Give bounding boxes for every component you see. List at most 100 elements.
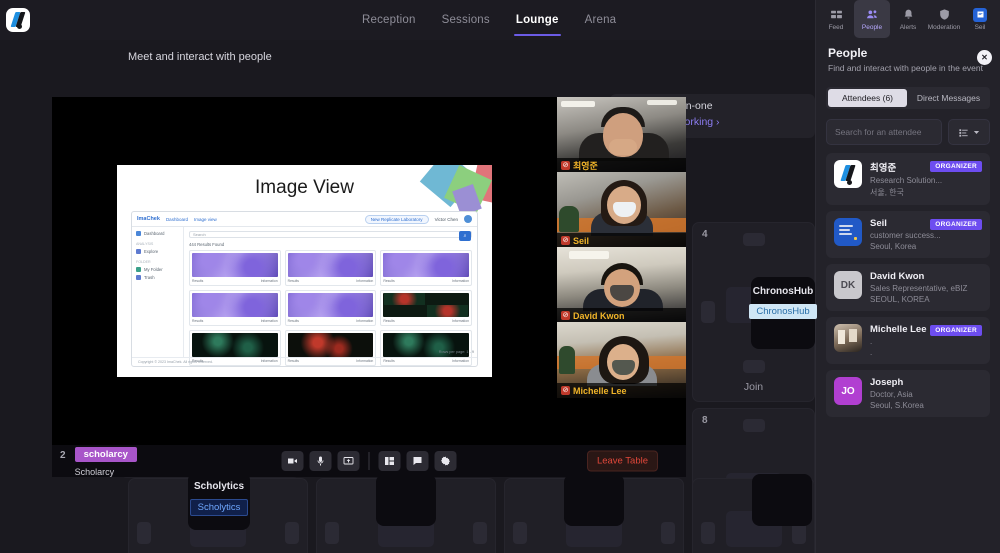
camera-button[interactable] bbox=[281, 451, 304, 471]
table-card-scholytics[interactable]: Scholytics Scholytics bbox=[188, 472, 250, 530]
sidebar-tab-label: Seil bbox=[974, 23, 986, 31]
attendee-row[interactable]: 최영준 Research Solution... 서울, 한국 ORGANIZE… bbox=[826, 153, 990, 205]
table-number: 4 bbox=[702, 229, 708, 240]
cell-results-link[interactable]: Results bbox=[383, 279, 394, 283]
attendee-row[interactable]: Michelle Lee . . ORGANIZER bbox=[826, 317, 990, 364]
table-chair bbox=[285, 522, 299, 544]
search-input-wrapper[interactable] bbox=[826, 119, 942, 145]
app-breadcrumb[interactable]: Dashboard bbox=[166, 217, 188, 222]
search-input[interactable] bbox=[835, 127, 933, 137]
attendee-role: Sales Representative, eBIZ bbox=[870, 284, 968, 293]
attendee-location: SEOUL, KOREA bbox=[870, 295, 930, 304]
app-logo[interactable] bbox=[6, 8, 30, 32]
cell-info-link[interactable]: Information bbox=[356, 319, 373, 323]
image-cell[interactable]: Results Information bbox=[380, 290, 472, 326]
sort-button[interactable] bbox=[948, 119, 990, 145]
table-number: 8 bbox=[702, 415, 708, 426]
call-buttons bbox=[281, 451, 457, 471]
sidebar-tab-alerts[interactable]: Alerts bbox=[890, 0, 926, 38]
cell-info-link[interactable]: Information bbox=[261, 279, 278, 283]
app-sidebar-group-folder: FOLDER bbox=[136, 260, 151, 264]
settings-button[interactable] bbox=[434, 451, 457, 471]
sidebar-tab-moderation[interactable]: Moderation bbox=[926, 0, 962, 38]
table-card-name: ChronosHub bbox=[752, 286, 814, 297]
table-card-empty-2 bbox=[564, 474, 624, 526]
participant-tile[interactable]: Seil bbox=[557, 172, 686, 248]
app-avatar[interactable] bbox=[464, 215, 472, 223]
sidebar-tab-label: People bbox=[861, 23, 883, 31]
participant-tile[interactable]: David Kwon bbox=[557, 247, 686, 323]
image-thumbnail bbox=[192, 253, 278, 277]
people-icon bbox=[866, 8, 879, 22]
sidebar-tab-profile[interactable]: Seil bbox=[962, 0, 998, 38]
cell-info-link[interactable]: Information bbox=[452, 279, 469, 283]
cell-results-link[interactable]: Results bbox=[288, 279, 299, 283]
microphone-button[interactable] bbox=[309, 451, 332, 471]
dashboard-icon bbox=[136, 231, 141, 236]
app-sidebar-item-dashboard[interactable]: Dashboard bbox=[136, 231, 179, 236]
image-cell[interactable]: Results Information bbox=[189, 290, 281, 326]
bell-icon bbox=[902, 8, 915, 22]
table-card-chronoshub[interactable]: ChronosHub ChronosHub bbox=[749, 277, 817, 349]
nav-item-arena[interactable]: Arena bbox=[585, 0, 617, 40]
organizer-badge: ORGANIZER bbox=[930, 219, 982, 230]
app-image-grid: Results Information Results Information Re… bbox=[189, 250, 472, 366]
image-cell[interactable]: Results Information bbox=[284, 250, 377, 286]
image-cell[interactable]: Results Information bbox=[189, 250, 281, 286]
participant-tile[interactable]: 최영준 bbox=[557, 97, 686, 173]
sidebar-tab-people[interactable]: People bbox=[854, 0, 890, 38]
cell-info-link[interactable]: Information bbox=[452, 319, 469, 323]
nav-item-reception[interactable]: Reception bbox=[362, 0, 416, 40]
app-sidebar-item-my-folder[interactable]: My Folder bbox=[136, 267, 179, 272]
nav-item-lounge[interactable]: Lounge bbox=[513, 0, 561, 40]
app-logo-text: ImaChek bbox=[137, 216, 160, 222]
cell-info-link[interactable]: Information bbox=[356, 279, 373, 283]
attendee-name: Joseph bbox=[870, 377, 904, 388]
cell-results-link[interactable]: Results bbox=[288, 319, 299, 323]
app-search-input[interactable]: Search bbox=[189, 231, 472, 241]
cell-results-link[interactable]: Results bbox=[383, 319, 394, 323]
mic-muted-icon bbox=[561, 311, 570, 320]
close-icon[interactable] bbox=[977, 50, 992, 65]
app-sidebar-item-trash[interactable]: Trash bbox=[136, 275, 179, 280]
image-cell[interactable]: Results Information bbox=[380, 250, 472, 286]
table-card-empty-3 bbox=[752, 474, 812, 526]
sort-icon bbox=[958, 128, 968, 137]
cell-results-link[interactable]: Results bbox=[192, 279, 203, 283]
attendee-row[interactable]: Seil customer success... Seoul, Korea OR… bbox=[826, 211, 990, 258]
cell-info-link[interactable]: Information bbox=[261, 319, 278, 323]
sidebar-segmented-control: Attendees (6) Direct Messages bbox=[826, 87, 990, 109]
participant-tile[interactable]: Michelle Lee bbox=[557, 322, 686, 398]
image-thumbnail bbox=[383, 293, 469, 317]
mic-muted-icon bbox=[561, 236, 570, 245]
layout-button[interactable] bbox=[378, 451, 401, 471]
table-card-name: Scholytics bbox=[193, 481, 245, 492]
app-new-replicate-button[interactable]: New Replicate Laboratory bbox=[364, 214, 429, 224]
sidebar-panel-header: People Find and interact with people in … bbox=[816, 38, 1000, 83]
attendee-location: Seoul, Korea bbox=[870, 242, 917, 251]
app-sidebar-item-explore[interactable]: Explore bbox=[136, 249, 179, 254]
segment-attendees[interactable]: Attendees (6) bbox=[828, 89, 907, 107]
sidebar-tab-feed[interactable]: Feed bbox=[818, 0, 854, 38]
image-cell[interactable]: Results Information bbox=[284, 290, 377, 326]
share-screen-button[interactable] bbox=[337, 451, 360, 471]
leave-table-button[interactable]: Leave Table bbox=[586, 450, 658, 472]
sidebar-tab-label: Feed bbox=[828, 23, 844, 31]
attendee-list: 최영준 Research Solution... 서울, 한국 ORGANIZE… bbox=[816, 149, 1000, 553]
control-divider bbox=[368, 452, 370, 470]
attendee-row[interactable]: JO Joseph Doctor, Asia Seoul, S.Korea bbox=[826, 370, 990, 417]
app-pagination[interactable]: Rows per page: 1 - 9 bbox=[439, 350, 474, 354]
panel-subtitle: Find and interact with people in the eve… bbox=[828, 63, 983, 73]
attendee-row[interactable]: DK David Kwon Sales Representative, eBIZ… bbox=[826, 264, 990, 311]
table-join-button[interactable]: Join bbox=[693, 381, 814, 393]
segment-direct-messages[interactable]: Direct Messages bbox=[909, 89, 988, 107]
table-chair bbox=[742, 233, 765, 246]
avatar bbox=[834, 160, 862, 188]
table-card-empty-1 bbox=[376, 474, 436, 526]
attendee-role: Doctor, Asia bbox=[870, 390, 913, 399]
cell-results-link[interactable]: Results bbox=[192, 319, 203, 323]
chat-button[interactable] bbox=[406, 451, 429, 471]
app-search-icon[interactable] bbox=[459, 231, 471, 241]
nav-item-sessions[interactable]: Sessions bbox=[442, 0, 490, 40]
app-search-placeholder: Search bbox=[193, 232, 206, 237]
